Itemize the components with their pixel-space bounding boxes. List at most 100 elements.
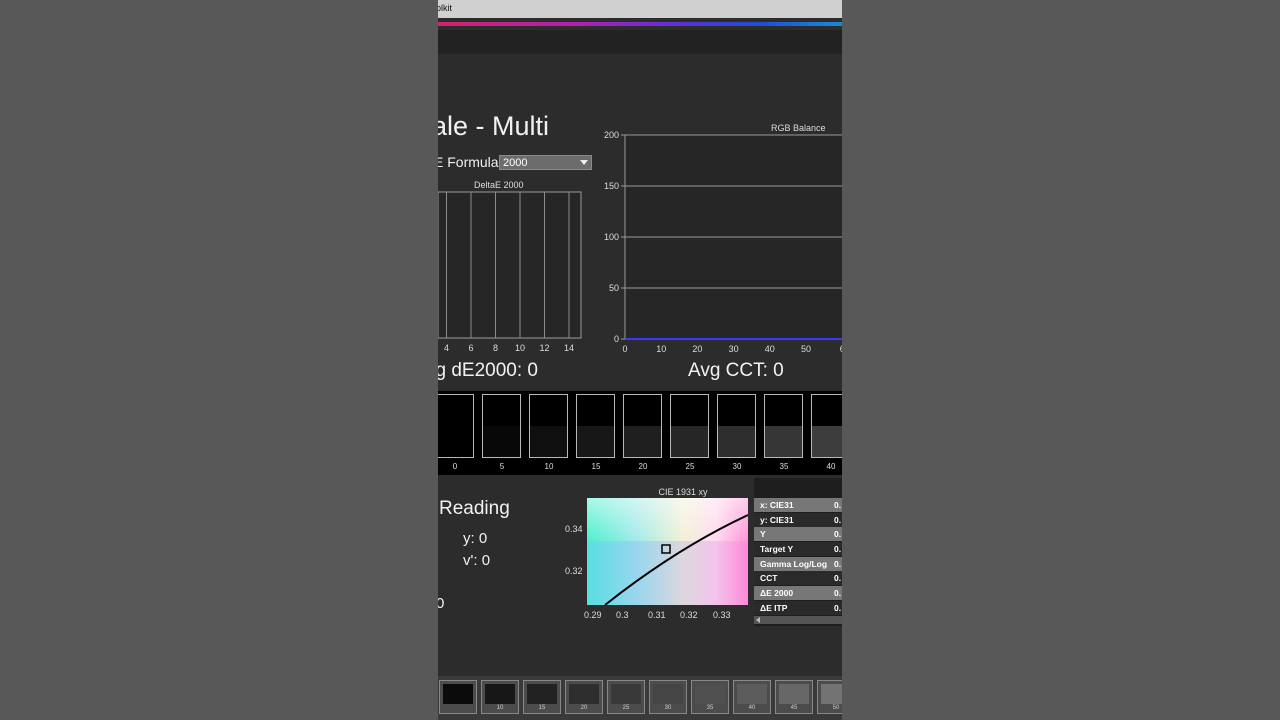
- gray-patch-fill: [569, 684, 599, 704]
- reading-y-value: y: 0: [463, 530, 488, 547]
- deltae-chart: DeltaE 2000 4 6 8 10 12 14: [438, 180, 582, 353]
- gray-patch-fill: [527, 684, 557, 704]
- gray-patch-fill: [779, 684, 809, 704]
- deltae-gridlines: [438, 191, 582, 339]
- scroll-left-icon[interactable]: [756, 617, 760, 623]
- window-titlebar[interactable]: olkit: [438, 0, 842, 18]
- cie-y-tick-label: 0.34: [565, 524, 583, 534]
- rgb-balance-x-tick-label: 40: [765, 344, 775, 354]
- gray-patch-fill: [653, 684, 683, 704]
- readings-row-value: 0.: [834, 544, 842, 554]
- readings-row-value: 0.: [834, 573, 842, 583]
- grayscale-swatch[interactable]: [811, 394, 842, 458]
- table-scrollbar[interactable]: [754, 616, 842, 624]
- readings-row-label: x: CIE31: [760, 500, 794, 510]
- readings-row-value: 0.: [834, 588, 842, 598]
- page-title: ale - Multi: [438, 111, 550, 141]
- grayscale-swatch[interactable]: [623, 394, 662, 458]
- readings-row-label: CCT: [760, 573, 778, 583]
- rgb-balance-x-tick-label: 20: [692, 344, 702, 354]
- deltae-x-tick-label: 10: [515, 343, 525, 353]
- readings-row-label: y: CIE31: [760, 515, 794, 525]
- chevron-down-icon[interactable]: [580, 160, 588, 165]
- grayscale-swatch[interactable]: [717, 394, 756, 458]
- grayscale-swatch-label: 15: [591, 462, 601, 471]
- rgb-balance-x-tick-label: 0: [622, 344, 627, 354]
- deltae-plot-area: [438, 191, 582, 339]
- rgb-balance-y-tick-label: 150: [604, 181, 619, 191]
- grayscale-swatch[interactable]: [670, 394, 709, 458]
- formula-dropdown-value: 2000: [503, 157, 528, 169]
- readings-table-row: Target Y 0.: [754, 542, 842, 556]
- rgb-balance-chart: RGB Balance 200 150 100 50 0 0 10 20 30 40 50 6: [604, 123, 842, 354]
- gray-patch-label: 10: [496, 705, 504, 711]
- deltae-x-tick-label: 6: [468, 343, 473, 353]
- accent-bar: [438, 22, 842, 26]
- grayscale-swatch[interactable]: [529, 394, 568, 458]
- deltae-x-tick-label: 12: [539, 343, 549, 353]
- grayscale-swatch-label: 25: [685, 462, 695, 471]
- grayscale-swatch[interactable]: [764, 394, 803, 458]
- readings-table-row: Y 0.: [754, 527, 842, 541]
- readings-row-label: Y: [760, 529, 766, 539]
- rgb-balance-x-tick-label: 50: [801, 344, 811, 354]
- rgb-balance-y-tick-label: 0: [614, 334, 619, 344]
- gray-patch-fill: [695, 684, 725, 704]
- planckian-locus-curve: [604, 514, 748, 605]
- gray-patch-fill: [821, 684, 842, 704]
- cie-chart-title: CIE 1931 xy: [658, 487, 708, 497]
- gray-patch-button[interactable]: 50: [817, 680, 842, 714]
- gray-patch-button[interactable]: 20: [565, 680, 603, 714]
- readings-row-label: Gamma Log/Log: [760, 559, 828, 569]
- reading-extra-value: 0: [438, 595, 445, 612]
- grayscale-swatch-label: 5: [499, 462, 505, 471]
- cie-x-tick-label: 0.32: [680, 610, 698, 620]
- grayscale-swatch-label: 35: [779, 462, 789, 471]
- cie-y-tick-label: 0.32: [565, 566, 583, 576]
- avg-cct-readout: Avg CCT: 0: [688, 360, 784, 381]
- grayscale-swatch-label: 20: [638, 462, 648, 471]
- gray-patch-button[interactable]: 40: [733, 680, 771, 714]
- grayscale-swatch[interactable]: [482, 394, 521, 458]
- gray-patch-label: 50: [832, 705, 840, 711]
- cie-x-tick-label: 0.3: [616, 610, 629, 620]
- gray-patch-label: 25: [622, 705, 630, 711]
- toolbar: [438, 30, 842, 54]
- readings-row-value: 0.: [834, 515, 842, 525]
- gray-patch-button[interactable]: 15: [523, 680, 561, 714]
- formula-dropdown[interactable]: 2000: [499, 155, 592, 170]
- video-letterbox-right: [842, 0, 1280, 720]
- readings-row-value: 0.: [834, 500, 842, 510]
- readings-table-row: ΔE ITP 0.: [754, 601, 842, 615]
- gray-patch-fill: [443, 684, 473, 704]
- grayscale-swatch[interactable]: [576, 394, 615, 458]
- gray-patch-fill: [611, 684, 641, 704]
- gray-patch-label: 30: [664, 705, 672, 711]
- readings-table-row: ΔE 2000 0.: [754, 586, 842, 600]
- deltae-x-tick-label: 8: [493, 343, 498, 353]
- grayscale-swatch-label: 30: [732, 462, 742, 471]
- reading-v-prime-value: v': 0: [463, 552, 491, 569]
- readings-table-row: x: CIE31 0.: [754, 498, 842, 512]
- gray-patch-button[interactable]: 25: [607, 680, 645, 714]
- grayscale-swatch-label: 10: [544, 462, 554, 471]
- gray-patch-fill: [737, 684, 767, 704]
- gray-patch-button[interactable]: 30: [649, 680, 687, 714]
- video-letterbox-left: [0, 0, 438, 720]
- readings-row-value: 0.: [834, 559, 842, 569]
- readings-row-label: ΔE 2000: [760, 588, 794, 598]
- gray-patch-button[interactable]: [439, 680, 477, 714]
- rgb-balance-y-ticks: 200 150 100 50 0: [604, 130, 619, 344]
- gray-patch-button[interactable]: 10: [481, 680, 519, 714]
- gray-patch-label: 35: [706, 705, 714, 711]
- gray-patch-label: 40: [748, 705, 756, 711]
- gray-patch-button[interactable]: 45: [775, 680, 813, 714]
- deltae-x-tick-label: 14: [564, 343, 574, 353]
- readings-row-value: 0.: [834, 603, 842, 613]
- formula-label: E Formula:: [438, 154, 503, 170]
- rgb-balance-y-tick-label: 200: [604, 130, 619, 140]
- grayscale-swatch[interactable]: [438, 394, 474, 458]
- readings-table-row: Gamma Log/Log 0.: [754, 557, 842, 571]
- deltae-chart-title: DeltaE 2000: [474, 180, 524, 190]
- gray-patch-button[interactable]: 35: [691, 680, 729, 714]
